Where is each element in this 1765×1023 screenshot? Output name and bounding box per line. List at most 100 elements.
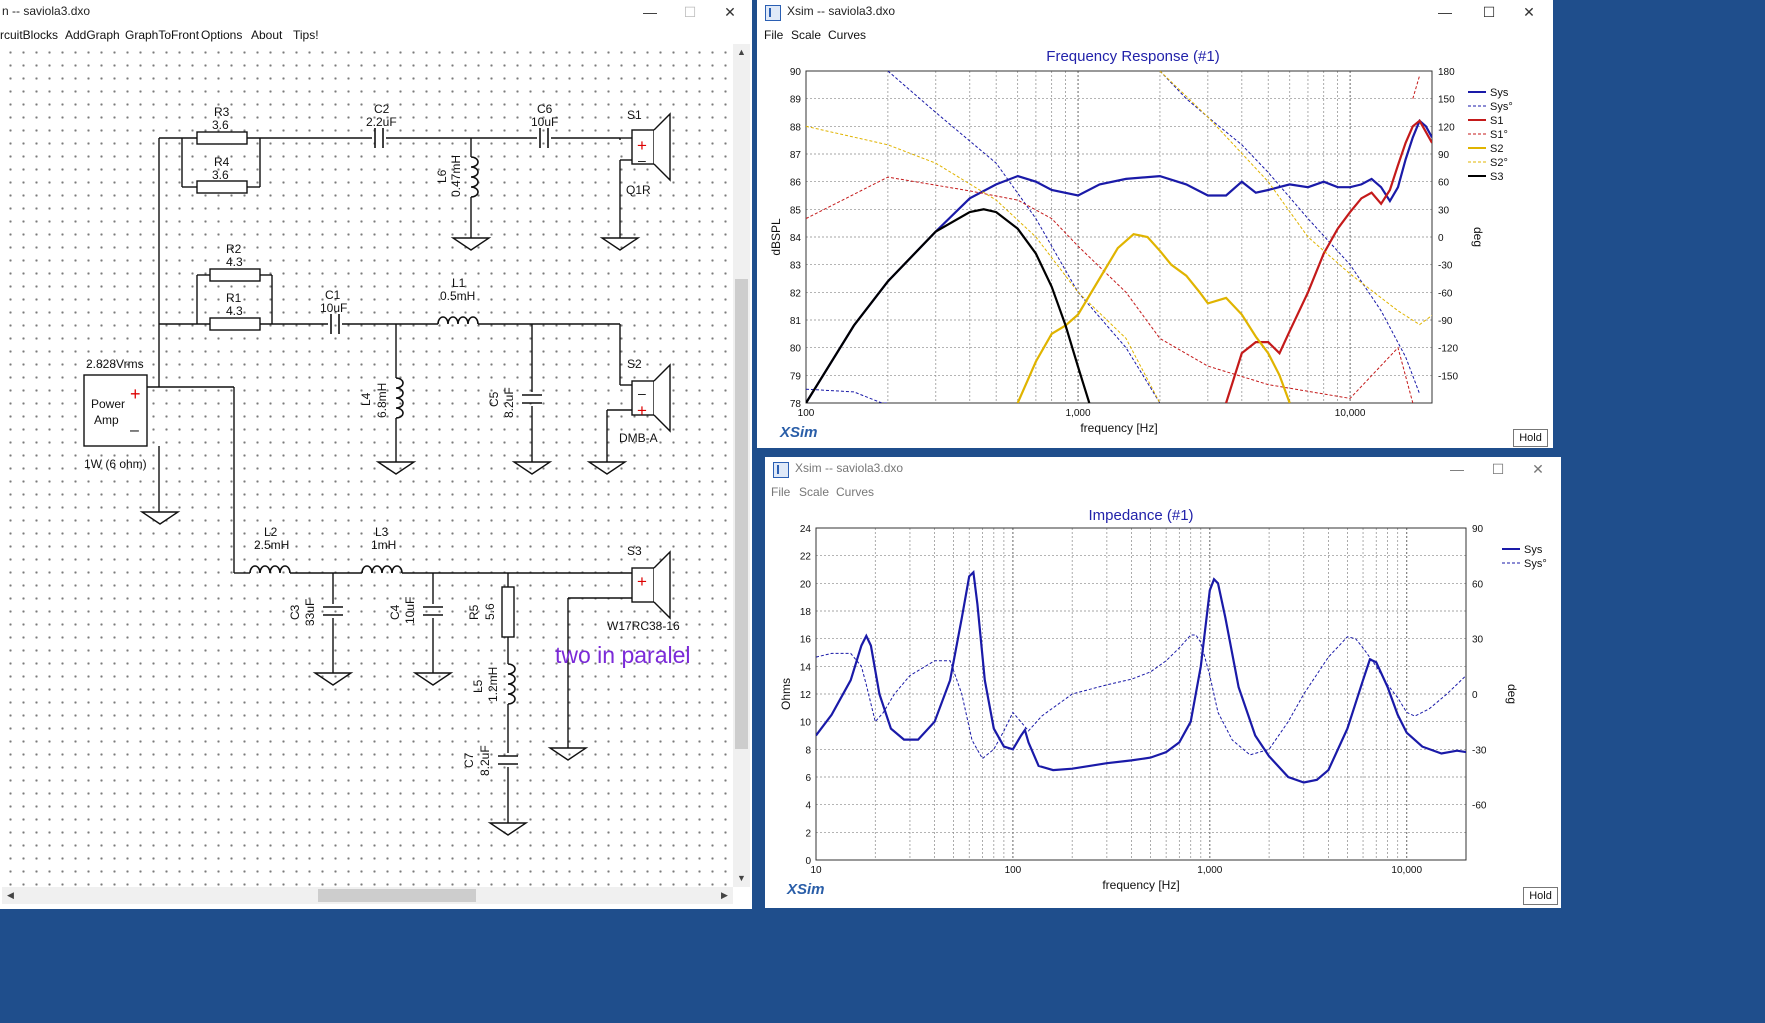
menu-circuit-blocks[interactable]: rcuitBlocks [0, 28, 58, 42]
l1-value: 0.5mH [440, 289, 475, 303]
y-axis-label: dBSPL [769, 218, 783, 256]
capacitor-c4-symbol[interactable] [423, 606, 443, 616]
capacitor-c6-symbol[interactable] [539, 128, 549, 148]
ground-icon [412, 672, 454, 686]
inductor-l4-symbol[interactable] [395, 377, 404, 419]
s3-model: W17RC38-16 [607, 619, 680, 633]
inductor-l2-symbol[interactable] [249, 565, 291, 574]
menu-options[interactable]: Options [201, 28, 242, 42]
x-tick-label: 10,000 [1391, 865, 1422, 876]
c2-name: C2 [374, 102, 390, 116]
resistor-r4-symbol[interactable] [196, 180, 248, 194]
frequency-response-chart[interactable]: 78798081828384858687888990-150-120-90-60… [757, 0, 1553, 448]
inductor-l5-symbol[interactable] [507, 663, 516, 705]
legend-label: Sys° [1524, 558, 1547, 570]
series-line-s1 [1225, 119, 1432, 403]
vertical-scroll-thumb[interactable] [735, 279, 748, 749]
inductor-l3-symbol[interactable] [361, 565, 403, 574]
resistor-r1-symbol[interactable] [209, 317, 261, 331]
series-line-sys [806, 118, 1432, 403]
y-axis-label: Ohms [779, 678, 793, 710]
horizontal-scroll-thumb[interactable] [318, 889, 476, 902]
hold-button[interactable]: Hold [1523, 887, 1558, 905]
minimize-icon[interactable]: — [630, 2, 670, 22]
y2-axis-label: deg [1505, 684, 1519, 704]
inductor-l1-symbol[interactable] [437, 316, 479, 325]
series-line-sys [816, 569, 1466, 784]
y-tick-label: 24 [800, 524, 812, 535]
y-tick-label: 6 [805, 773, 811, 784]
y-tick-label: 85 [790, 205, 802, 216]
horizontal-scrollbar[interactable]: ◀ ▶ [2, 887, 733, 904]
y2-tick-label: 60 [1472, 579, 1484, 590]
resistor-r2-symbol[interactable] [209, 268, 261, 282]
y2-tick-label: -150 [1438, 371, 1458, 382]
l3-name: L3 [375, 525, 389, 539]
c3-value: 33uF [303, 599, 317, 626]
amp-label-amp: Amp [94, 413, 119, 427]
y2-tick-label: 0 [1438, 233, 1444, 244]
hold-button[interactable]: Hold [1513, 429, 1548, 447]
r1-value: 4.3 [226, 304, 243, 318]
l2-value: 2.5mH [254, 538, 289, 552]
r4-value: 3.6 [212, 168, 229, 182]
y-tick-label: 90 [790, 67, 802, 78]
l2-name: L2 [264, 525, 278, 539]
speaker-s3-plus-icon: + [637, 572, 647, 591]
impedance-window: Xsim -- saviola3.dxo — ☐ ✕ File Scale Cu… [765, 457, 1561, 908]
y-tick-label: 86 [790, 178, 802, 189]
legend-label: Sys [1490, 87, 1509, 99]
schematic-drawing: + – + + + – – R3 3.6 R4 3.6 C2 2.2uF C6 … [83, 102, 691, 836]
capacitor-c3-symbol[interactable] [323, 606, 343, 616]
inductor-l6-symbol[interactable] [470, 156, 479, 198]
impedance-chart[interactable]: 024681012141618202224-60-30030609010 100 1… [765, 457, 1561, 908]
s2-model: DMB-A [619, 431, 658, 445]
y-tick-label: 14 [800, 662, 812, 673]
scroll-left-icon[interactable]: ◀ [2, 887, 19, 904]
legend-label: S2 [1490, 143, 1503, 155]
y2-tick-label: 90 [1472, 524, 1484, 535]
amp-power: 1W (6 ohm) [84, 457, 147, 471]
l1-name: L1 [452, 276, 466, 290]
ground-icon [511, 461, 553, 475]
maximize-icon[interactable]: ☐ [670, 2, 710, 22]
c1-value: 10uF [320, 301, 347, 315]
y-tick-label: 84 [790, 233, 802, 244]
vertical-scrollbar[interactable]: ▲ ▼ [733, 44, 750, 887]
schematic-canvas[interactable]: + – + + + – – R3 3.6 R4 3.6 C2 2.2uF C6 … [2, 44, 733, 887]
menu-add-graph[interactable]: AddGraph [65, 28, 120, 42]
y-tick-label: 82 [790, 288, 802, 299]
resistor-r3-symbol[interactable] [196, 131, 248, 145]
y-tick-label: 18 [800, 607, 812, 618]
ground-icon [547, 747, 589, 761]
y2-tick-label: -90 [1438, 316, 1453, 327]
capacitor-c2-symbol[interactable] [374, 128, 384, 148]
r3-value: 3.6 [212, 118, 229, 132]
scroll-right-icon[interactable]: ▶ [716, 887, 733, 904]
y2-axis-label: deg [1471, 227, 1485, 247]
y2-tick-label: 150 [1438, 95, 1455, 106]
scroll-up-icon[interactable]: ▲ [733, 44, 750, 61]
scroll-down-icon[interactable]: ▼ [733, 870, 750, 887]
x-tick-label: 100 [798, 408, 815, 419]
x-axis-label: frequency [Hz] [1102, 878, 1179, 892]
x-tick-label: 1,000 [1066, 408, 1091, 419]
y-tick-label: 20 [800, 579, 812, 590]
close-icon[interactable]: ✕ [710, 2, 750, 22]
capacitor-c7-symbol[interactable] [498, 755, 518, 765]
menu-graph-to-front[interactable]: GraphToFront [125, 28, 199, 42]
legend-label: S3 [1490, 171, 1503, 183]
menu-about[interactable]: About [251, 28, 282, 42]
schematic-menubar: rcuitBlocks AddGraph GraphToFront Option… [0, 24, 752, 46]
l6-name: L6 [435, 169, 449, 183]
menu-tips[interactable]: Tips! [293, 28, 319, 42]
resistor-r5-symbol[interactable] [501, 586, 515, 638]
y-tick-label: 22 [800, 552, 812, 563]
c4-value: 10uF [403, 597, 417, 624]
capacitor-c5-symbol[interactable] [522, 394, 542, 404]
capacitor-c1-symbol[interactable] [330, 314, 340, 334]
ground-icon [586, 461, 628, 475]
y-tick-label: 8 [805, 745, 811, 756]
legend-label: Sys [1524, 544, 1543, 556]
legend-label: S1 [1490, 115, 1503, 127]
